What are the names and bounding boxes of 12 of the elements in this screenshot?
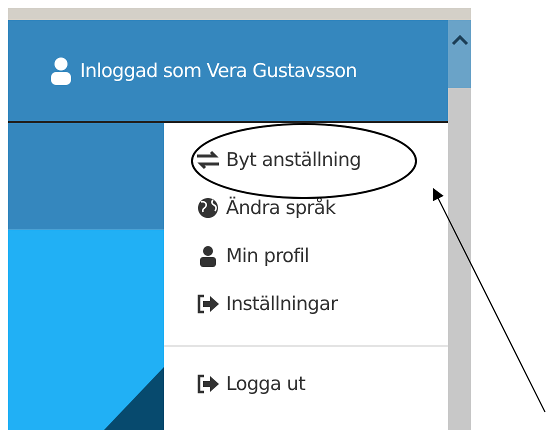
user-icon — [50, 56, 72, 84]
menu-item[interactable]: Min profil — [164, 237, 448, 275]
logged-in-user[interactable]: Inloggad som Vera Gustavsson — [80, 60, 357, 82]
menu-item[interactable]: Inställningar — [164, 285, 448, 323]
swap-arrows-icon — [196, 149, 220, 171]
menu-item[interactable]: Ändra språk — [164, 189, 448, 227]
menu-item[interactable]: Byt anställning — [164, 141, 448, 179]
globe-icon — [196, 197, 220, 219]
sign-out-icon — [196, 373, 220, 395]
chevron-up-icon[interactable] — [450, 34, 468, 46]
menu-item[interactable]: Logga ut — [164, 365, 448, 403]
sign-out-icon — [196, 293, 220, 315]
